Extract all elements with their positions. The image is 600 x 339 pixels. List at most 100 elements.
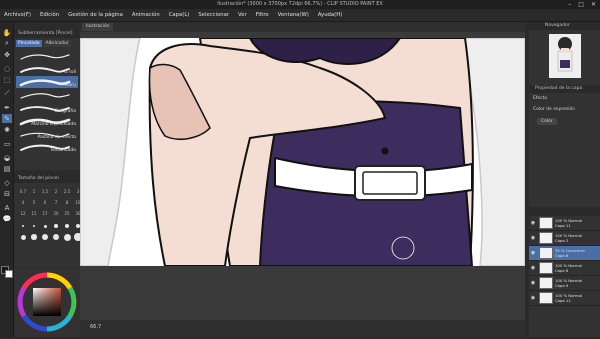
layer-row[interactable]: ◉ 100 % Normal Capa 2 [529, 231, 600, 246]
brush-size-option[interactable]: 12 [18, 208, 28, 218]
brush-size-grid: 0.7 1 1.5 2 2.5 3 4 5 6 7 8 10 12 15 17 20 25 30 [14, 183, 81, 221]
layer-info: 35 % Oscurecer Capa 6 [555, 248, 585, 258]
brush-size-option[interactable]: 25 [62, 208, 72, 218]
eye-icon[interactable]: ◉ [529, 235, 537, 241]
eye-icon[interactable]: ◉ [529, 280, 537, 286]
layer-thumbnail [539, 232, 553, 244]
layer-row[interactable]: ◉ 100 % Normal Capa 12 [529, 291, 600, 306]
brush-size-dot[interactable] [40, 232, 50, 242]
maximize-button[interactable]: □ [578, 1, 584, 8]
layer-row[interactable]: ◉ 100 % Normal Capa 8 [529, 261, 600, 276]
brush-size-header: Tamaño del pincel [14, 175, 80, 183]
menu-edicion[interactable]: Edición [40, 12, 59, 18]
layer-row[interactable]: ◉ 100 % Normal Capa 9 [529, 276, 600, 291]
brush-preset[interactable]: Marcillo o pincelada [16, 115, 78, 127]
canvas-status-bar: 66.7 [80, 320, 525, 337]
brush-preset[interactable] [16, 89, 78, 101]
brush-preset[interactable]: G roll [16, 63, 78, 75]
brush-preset[interactable]: Caligrafía [16, 102, 78, 114]
menu-archivo[interactable]: Archivo(F) [4, 12, 31, 18]
canvas-tab[interactable]: Ilustración [82, 23, 114, 31]
brush-size-option[interactable]: 17 [40, 208, 50, 218]
brush-icon[interactable]: ✎ [2, 114, 12, 123]
brush-preset-label: Pastilla de efecto [37, 135, 77, 140]
brush-preset[interactable]: Texturizado [16, 141, 78, 153]
hand-icon[interactable]: ✋ [2, 28, 12, 37]
minimize-button[interactable]: – [568, 1, 571, 8]
selection-icon[interactable]: ⬚ [2, 75, 12, 84]
eye-icon[interactable]: ◉ [529, 265, 537, 271]
layer-row[interactable]: ◉ 35 % Oscurecer Capa 6 [529, 246, 600, 261]
expression-color-select[interactable]: Color [537, 118, 557, 125]
brush-preset[interactable]: Maru [16, 76, 78, 88]
brush-size-option[interactable]: 2 [51, 186, 61, 196]
brush-size-dot[interactable] [51, 232, 61, 242]
brush-size-option[interactable]: 1 [29, 186, 39, 196]
eraser-icon[interactable]: ▭ [2, 139, 12, 148]
brush-size-option[interactable]: 7 [51, 197, 61, 207]
color-wheel[interactable] [14, 268, 80, 337]
menu-capa[interactable]: Capa(L) [169, 12, 190, 18]
menu-ver[interactable]: Ver [238, 12, 247, 18]
brush-size-dot[interactable] [18, 221, 28, 231]
brush-size-dot[interactable] [29, 221, 39, 231]
brush-size-option[interactable]: 4 [18, 197, 28, 207]
balloon-icon[interactable]: 💬 [2, 214, 12, 223]
brush-size-option[interactable]: 0.7 [18, 186, 28, 196]
eye-icon[interactable]: ◉ [529, 250, 537, 256]
airbrush-icon[interactable]: ✺ [2, 125, 12, 134]
brush-size-option[interactable]: 2.5 [62, 186, 72, 196]
brush-size-option[interactable]: 8 [62, 197, 72, 207]
close-button[interactable]: ✕ [591, 1, 596, 8]
brush-size-dot[interactable] [51, 221, 61, 231]
tab-albricadur[interactable]: Albricadur [43, 40, 71, 47]
brush-size-dot[interactable] [40, 221, 50, 231]
tab-pincelado[interactable]: Pincelado [16, 40, 42, 47]
layer-row[interactable]: ◉ 100 % Normal Capa 11 [529, 216, 600, 231]
sub-color-swatch[interactable] [5, 270, 13, 278]
canvas-tab-bar: Ilustración [80, 22, 525, 32]
ruler-icon[interactable]: ⊟ [2, 189, 12, 198]
brush-size-option[interactable]: 6 [40, 197, 50, 207]
brush-size-option[interactable]: 5 [29, 197, 39, 207]
brush-preset[interactable]: Pastilla de efecto [16, 128, 78, 140]
eye-icon[interactable]: ◉ [529, 220, 537, 226]
gradient-icon[interactable]: ▤ [2, 164, 12, 173]
layer-info: 100 % Normal Capa 8 [555, 263, 582, 273]
brush-size-dot[interactable] [62, 232, 72, 242]
brush-size-dot[interactable] [18, 232, 28, 242]
menu-seleccionar[interactable]: Seleccionar [198, 12, 229, 18]
eyedropper-icon[interactable]: ⟋ [2, 89, 12, 98]
move-icon[interactable]: ✥ [2, 50, 12, 59]
menu-ayuda[interactable]: Ayuda(H) [318, 12, 342, 18]
color-wheel-panel [14, 268, 80, 337]
artwork [80, 38, 525, 266]
navigator-thumbnail[interactable] [549, 34, 581, 78]
lasso-icon[interactable]: ◌ [2, 64, 12, 73]
menu-gestion-pagina[interactable]: Gestión de la página [68, 12, 123, 18]
zoom-icon[interactable]: ⌕ [2, 39, 12, 48]
brush-size-option[interactable]: 15 [29, 208, 39, 218]
brush-preset-label: Caligrafía [54, 109, 76, 114]
brush-size-option[interactable]: 20 [51, 208, 61, 218]
canvas-area[interactable] [80, 32, 525, 320]
menu-filtro[interactable]: Filtro [256, 12, 269, 18]
zoom-value[interactable]: 66.7 [90, 324, 101, 330]
eye-icon[interactable]: ◉ [529, 295, 537, 301]
brush-size-dot[interactable] [29, 232, 39, 242]
layer-info: 100 % Normal Capa 11 [555, 218, 582, 228]
text-icon[interactable]: A [2, 203, 12, 212]
menu-ventana[interactable]: Ventana(W) [278, 12, 309, 18]
figure-icon[interactable]: ◇ [2, 178, 12, 187]
brush-size-option[interactable]: 1.5 [40, 186, 50, 196]
layer-info: 100 % Normal Capa 9 [555, 278, 582, 288]
brush-preset-label: Maru [64, 83, 76, 88]
brush-list: G roll Maru Caligrafía Marcillo o pincel… [14, 50, 80, 153]
layer-property-header: Propiedad de la capa [529, 85, 600, 93]
brush-size-dot[interactable] [62, 221, 72, 231]
drawing-canvas[interactable] [80, 38, 525, 266]
pen-icon[interactable]: ✒ [2, 103, 12, 112]
fill-icon[interactable]: ◒ [2, 153, 12, 162]
menu-animacion[interactable]: Animación [132, 12, 160, 18]
brush-preset[interactable] [16, 50, 78, 62]
